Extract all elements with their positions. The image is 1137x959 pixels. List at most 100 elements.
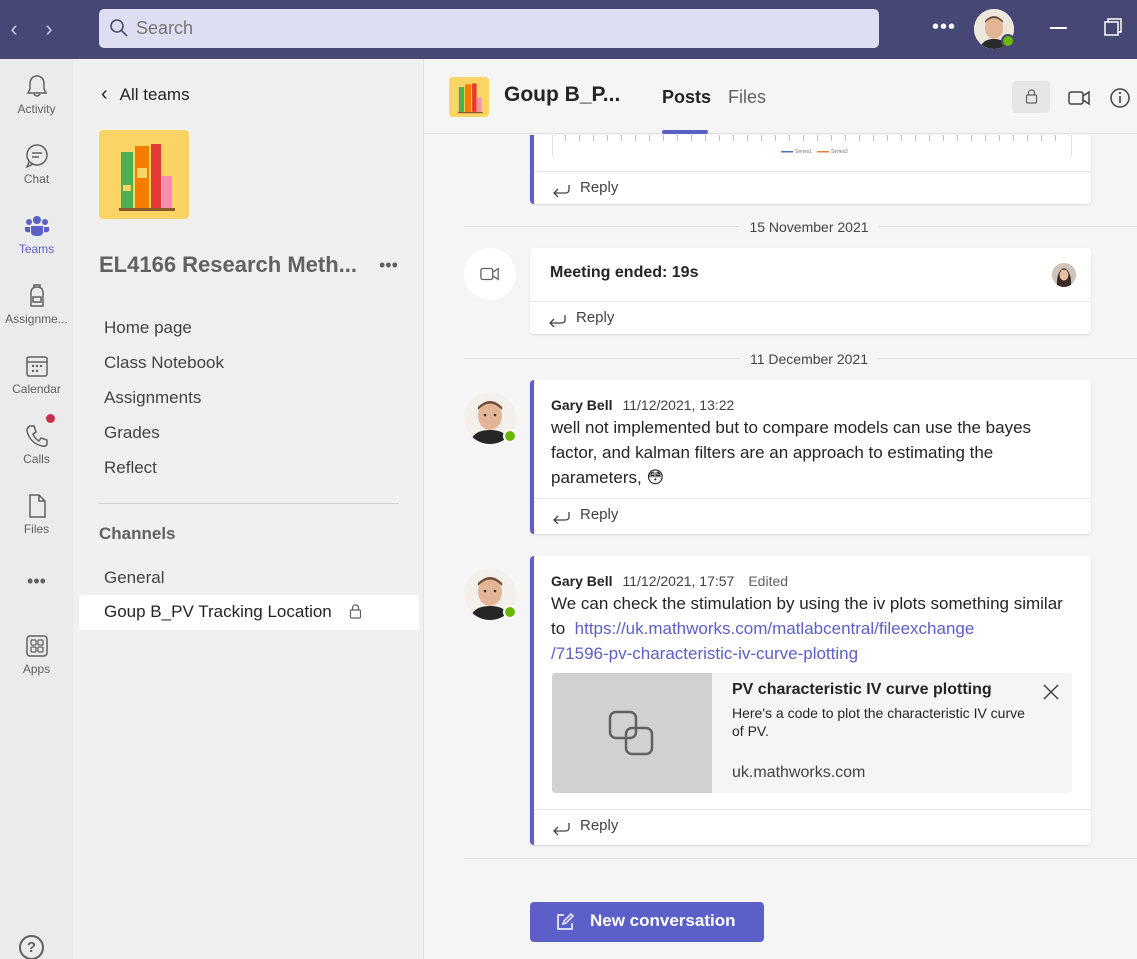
nav-grades[interactable]: Grades	[104, 423, 160, 443]
nav-home-page[interactable]: Home page	[104, 318, 192, 338]
rail-calls[interactable]: Calls	[0, 423, 73, 485]
rail-label: Assignme...	[5, 312, 68, 326]
date-separator: 15 November 2021	[464, 219, 1137, 235]
message-author[interactable]: Gary Bell	[551, 573, 612, 589]
rail-label: Chat	[23, 172, 50, 186]
channel-label: Goup B_PV Tracking Location	[104, 602, 332, 621]
divider	[99, 503, 399, 504]
message-body: well not implemented but to compare mode…	[551, 415, 1071, 490]
video-call-icon[interactable]	[1068, 87, 1090, 109]
file-icon	[28, 494, 46, 518]
link-preview-thumbnail	[552, 673, 712, 793]
private-channel-button[interactable]	[1012, 81, 1050, 113]
nav-class-notebook[interactable]: Class Notebook	[104, 353, 224, 373]
rail-calendar[interactable]: Calendar	[0, 353, 73, 415]
participant-avatar	[1052, 263, 1076, 287]
search-input[interactable]	[136, 9, 856, 48]
rail-label: Activity	[17, 102, 56, 116]
restore-window-icon[interactable]	[1104, 18, 1122, 36]
reply-icon	[553, 823, 570, 835]
minimize-icon[interactable]	[1050, 27, 1067, 29]
lock-icon	[349, 604, 362, 619]
video-camera-icon	[480, 267, 499, 281]
tab-files[interactable]: Files	[728, 87, 766, 108]
teams-icon	[24, 216, 49, 236]
embedded-chart-image: Series1 Series2	[552, 135, 1072, 157]
nav-reflect[interactable]: Reflect	[104, 458, 157, 478]
link-preview-title: PV characteristic IV curve plotting	[732, 681, 992, 698]
info-icon[interactable]	[1109, 87, 1131, 109]
reply-icon	[553, 512, 570, 524]
forward-arrow-icon[interactable]: ›	[38, 17, 60, 41]
chat-icon	[25, 144, 48, 169]
reply-button[interactable]: Reply	[534, 498, 1091, 531]
search-icon	[110, 19, 128, 37]
message-timestamp: 11/12/2021, 13:22	[622, 397, 735, 413]
rail-apps[interactable]: Apps	[0, 633, 73, 695]
teams-sidebar: ‹ All teams EL4166 Research Meth... ••• H…	[73, 59, 424, 959]
help-icon[interactable]: ?	[19, 935, 44, 959]
link-preview-card[interactable]: PV characteristic IV curve plotting Here…	[552, 673, 1072, 793]
bell-icon	[26, 75, 47, 97]
calendar-icon	[25, 356, 48, 377]
message-author[interactable]: Gary Bell	[551, 397, 612, 413]
title-bar: ‹ › •••	[0, 0, 1137, 59]
channel-general[interactable]: General	[104, 568, 164, 588]
online-status-icon	[503, 605, 517, 619]
team-name: EL4166 Research Meth...	[99, 252, 358, 277]
reply-button[interactable]: Reply	[534, 809, 1091, 842]
reply-label: Reply	[580, 179, 619, 196]
message-link[interactable]: https://uk.mathworks.com/matlabcentral/f…	[551, 619, 974, 663]
conversation-feed: Series1 Series2 Reply 15 November 2021 M…	[424, 135, 1137, 959]
message-card: Gary Bell 11/12/2021, 17:57 Edited We can …	[530, 556, 1091, 845]
reply-label: Reply	[576, 309, 615, 326]
more-options-icon[interactable]: •••	[932, 16, 956, 39]
tab-posts[interactable]: Posts	[662, 87, 711, 108]
link-preview-domain: uk.mathworks.com	[732, 764, 866, 781]
online-status-icon	[1001, 34, 1015, 48]
channel-title: Goup B_P...	[504, 83, 621, 106]
reply-button[interactable]: Reply	[534, 171, 1091, 204]
rail-label: Calendar	[12, 382, 61, 396]
search-box[interactable]	[99, 9, 879, 48]
meeting-ended-text: Meeting ended: 19s	[550, 264, 699, 281]
divider	[464, 858, 1137, 859]
message-body: We can check the stimulation by using th…	[551, 591, 1081, 666]
message-text: well not implemented but to compare mode…	[551, 418, 1032, 487]
reply-label: Reply	[580, 817, 619, 834]
date-label: 15 November 2021	[739, 219, 879, 235]
all-teams-link[interactable]: ‹ All teams	[101, 83, 190, 106]
rail-label: Files	[23, 522, 50, 536]
rail-files[interactable]: Files	[0, 493, 73, 555]
message-timestamp: 11/12/2021, 17:57	[622, 573, 735, 589]
chevron-left-icon: ‹	[101, 83, 108, 105]
channel-logo	[449, 77, 489, 117]
back-arrow-icon[interactable]: ‹	[3, 17, 25, 41]
reply-icon	[549, 315, 566, 327]
rail-label: Teams	[18, 242, 55, 256]
channel-goup-b-active[interactable]: Goup B_PV Tracking Location	[79, 595, 419, 630]
chart-message-card: Series1 Series2 Reply	[530, 135, 1091, 204]
notification-dot	[46, 414, 55, 423]
team-more-icon[interactable]: •••	[379, 255, 398, 276]
date-label: 11 December 2021	[739, 351, 879, 367]
nav-assignments[interactable]: Assignments	[104, 388, 201, 408]
reply-button[interactable]: Reply	[530, 301, 1091, 334]
rail-chat[interactable]: Chat	[0, 143, 73, 205]
channels-heading: Channels	[99, 524, 176, 543]
date-separator: 11 December 2021	[464, 351, 1137, 367]
rail-activity[interactable]: Activity	[0, 73, 73, 135]
reply-label: Reply	[580, 506, 619, 523]
rail-more-apps[interactable]: •••	[0, 571, 73, 633]
rail-assignments[interactable]: Assignme...	[0, 283, 73, 345]
rail-teams[interactable]: Teams	[0, 213, 73, 275]
rail-label: Calls	[23, 452, 50, 466]
all-teams-label: All teams	[119, 85, 190, 104]
apps-icon	[25, 635, 48, 657]
close-icon[interactable]	[1042, 683, 1060, 701]
rail-label: Apps	[22, 662, 51, 676]
message-header: Gary Bell 11/12/2021, 13:22	[551, 397, 734, 415]
channel-header: Goup B_P... Posts Files	[424, 59, 1137, 134]
new-conversation-button[interactable]: New conversation	[530, 902, 764, 942]
message-header: Gary Bell 11/12/2021, 17:57 Edited	[551, 573, 788, 591]
